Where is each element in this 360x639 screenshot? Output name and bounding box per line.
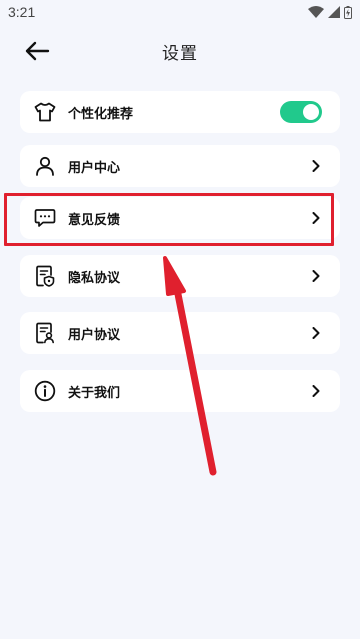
chat-bubble-icon xyxy=(34,207,56,229)
chevron-right-icon xyxy=(310,384,322,398)
setting-label: 用户中心 xyxy=(68,160,121,176)
arrow-left-icon xyxy=(25,41,50,61)
wifi-icon xyxy=(308,6,324,18)
chevron-right-icon xyxy=(310,326,322,340)
battery-icon xyxy=(344,5,352,19)
chevron-right-icon xyxy=(310,211,322,225)
status-bar: 3:21 xyxy=(0,0,360,24)
shield-document-icon xyxy=(34,265,56,287)
setting-label: 个性化推荐 xyxy=(68,106,134,122)
status-time: 3:21 xyxy=(8,4,36,20)
setting-feedback[interactable]: 意见反馈 xyxy=(20,197,340,239)
setting-user-agreement[interactable]: 用户协议 xyxy=(20,312,340,354)
setting-user-center[interactable]: 用户中心 xyxy=(20,145,340,187)
bottom-bar xyxy=(0,635,360,639)
toggle-knob xyxy=(303,104,319,120)
header: 设置 xyxy=(0,24,360,78)
setting-label: 隐私协议 xyxy=(68,270,121,286)
page-title: 设置 xyxy=(162,43,198,64)
setting-about-us[interactable]: 关于我们 xyxy=(20,370,340,412)
back-button[interactable] xyxy=(22,38,52,64)
personalized-toggle[interactable] xyxy=(280,101,322,123)
setting-privacy-policy[interactable]: 隐私协议 xyxy=(20,255,340,297)
signal-icon xyxy=(328,6,340,18)
setting-personalized-recommendation: 个性化推荐 xyxy=(20,91,340,133)
status-icons xyxy=(308,5,352,19)
setting-label: 用户协议 xyxy=(68,327,121,343)
user-document-icon xyxy=(34,322,56,344)
tshirt-icon xyxy=(34,101,56,123)
chevron-right-icon xyxy=(310,159,322,173)
chevron-right-icon xyxy=(310,269,322,283)
info-icon xyxy=(34,380,56,402)
person-icon xyxy=(34,155,56,177)
setting-label: 意见反馈 xyxy=(68,212,121,228)
setting-label: 关于我们 xyxy=(68,385,121,401)
